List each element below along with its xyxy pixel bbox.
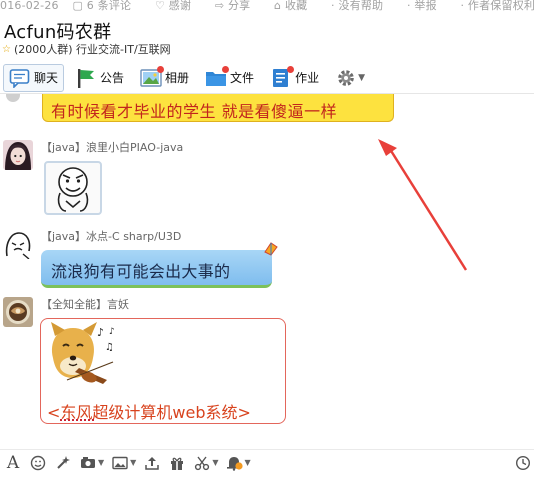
magic-icon[interactable]: [54, 454, 72, 472]
tab-chat-label: 聊天: [34, 71, 59, 85]
message-bubble[interactable]: 有时候看才毕业的学生 就是看傻逼一样: [42, 94, 394, 122]
meta-thanks-label: 感谢: [168, 0, 192, 12]
chevron-down-icon[interactable]: ▼: [98, 458, 104, 467]
homework-icon: [270, 65, 295, 88]
svg-text:♪: ♪: [109, 327, 115, 337]
group-header: Acfun码农群 ☆ (2000人群) 行业交流-IT/互联网: [0, 12, 534, 62]
avatar[interactable]: [3, 229, 33, 259]
meta-favorite[interactable]: ⌂ 收藏: [274, 0, 317, 12]
tab-announcement-label: 公告: [100, 71, 125, 85]
meta-comments-label: 6 条评论: [86, 0, 132, 12]
tab-homework-label: 作业: [295, 71, 320, 85]
message-text: 有时候看才毕业的学生 就是看傻逼一样: [51, 102, 338, 121]
tab-album[interactable]: 相册: [135, 64, 194, 92]
article-meta-strip: 016-02-26 ▢ 6 条评论 ♡ 感谢 ⇨ 分享 ⌂ 收藏 · 没有帮助 …: [0, 0, 534, 12]
meta-favorite-label: 收藏: [284, 0, 308, 12]
album-notification-dot: [157, 65, 165, 73]
image-icon[interactable]: [111, 454, 129, 472]
chevron-down-icon: ▼: [358, 72, 365, 83]
meta-report-label: 举报: [414, 0, 437, 12]
history-icon[interactable]: [514, 454, 532, 472]
chevron-down-icon[interactable]: ▼: [212, 458, 218, 467]
meta-share-label: 分享: [227, 0, 251, 12]
tab-chat[interactable]: 聊天: [3, 63, 65, 92]
sticker-message[interactable]: [44, 161, 102, 215]
chevron-down-icon[interactable]: ▼: [130, 458, 136, 467]
svg-text:♫: ♫: [105, 342, 114, 353]
meta-date: 016-02-26: [0, 0, 59, 12]
scissors-icon[interactable]: [193, 454, 211, 472]
meta-copyright: · 作者保留权利: [460, 0, 534, 12]
kite-icon: [264, 242, 278, 256]
photo-icon: [140, 65, 165, 88]
tab-announcement[interactable]: 公告: [70, 64, 129, 92]
star-icon: ☆: [2, 43, 11, 55]
sender-name[interactable]: 【全知全能】言妖: [41, 296, 129, 312]
group-toolbar: 聊天 公告 相册 文件 作业 ▼: [0, 62, 534, 94]
chat-icon: [9, 68, 31, 89]
sender-name[interactable]: 【java】冰点-C sharp/U3D: [41, 228, 181, 244]
gear-icon: [335, 68, 357, 88]
upload-icon[interactable]: [143, 454, 161, 472]
sender-name[interactable]: 【java】浪里小白PIAO-java: [41, 139, 183, 155]
tab-homework[interactable]: 作业: [265, 64, 324, 92]
message-bubble[interactable]: ♪ ♫ ♪ <东风超级计算机web系统>: [40, 318, 286, 424]
message-bubble[interactable]: 流浪狗有可能会出大事的: [41, 250, 272, 288]
gift-icon[interactable]: [168, 454, 186, 472]
settings-button[interactable]: ▼: [330, 64, 370, 92]
spellcheck-underline: [60, 419, 94, 421]
tab-files[interactable]: 文件: [200, 64, 259, 92]
meta-comments[interactable]: ▢ 6 条评论: [72, 0, 141, 12]
folder-icon: [205, 65, 230, 88]
tab-files-label: 文件: [230, 71, 255, 85]
avatar[interactable]: [6, 94, 20, 102]
flag-icon: [75, 68, 97, 88]
tab-album-label: 相册: [165, 71, 190, 85]
doge-violin-icon: ♪ ♫ ♪: [51, 322, 115, 384]
meta-no-help-label: 没有帮助: [338, 0, 384, 12]
avatar[interactable]: [3, 140, 33, 170]
homework-notification-dot: [287, 65, 295, 73]
meta-report[interactable]: · 举报: [407, 0, 447, 12]
message-input[interactable]: [0, 475, 534, 501]
files-notification-dot: [222, 65, 230, 73]
message-text: 流浪狗有可能会出大事的: [51, 262, 231, 281]
font-icon[interactable]: A: [4, 453, 22, 473]
chevron-down-icon[interactable]: ▼: [244, 458, 250, 467]
avatar[interactable]: [3, 297, 33, 327]
emoji-icon[interactable]: [29, 454, 47, 472]
bell-icon[interactable]: [225, 454, 244, 472]
meta-no-help[interactable]: · 没有帮助: [331, 0, 393, 12]
chat-message-area[interactable]: 有时候看才毕业的学生 就是看傻逼一样 【java】浪里小白PIAO-java 【…: [0, 94, 534, 449]
group-info: ☆ (2000人群) 行业交流-IT/互联网: [2, 41, 171, 57]
meta-copyright-label: 作者保留权利: [467, 0, 534, 12]
screenshot-icon[interactable]: [79, 454, 97, 472]
group-info-label: (2000人群) 行业交流-IT/互联网: [13, 43, 171, 56]
meta-thanks[interactable]: ♡ 感谢: [155, 0, 201, 12]
meta-share[interactable]: ⇨ 分享: [215, 0, 261, 12]
input-toolbar: A ▼ ▼ ▼ ▼: [0, 449, 534, 475]
svg-text:♪: ♪: [97, 326, 104, 339]
meme-face-icon: [57, 167, 89, 212]
